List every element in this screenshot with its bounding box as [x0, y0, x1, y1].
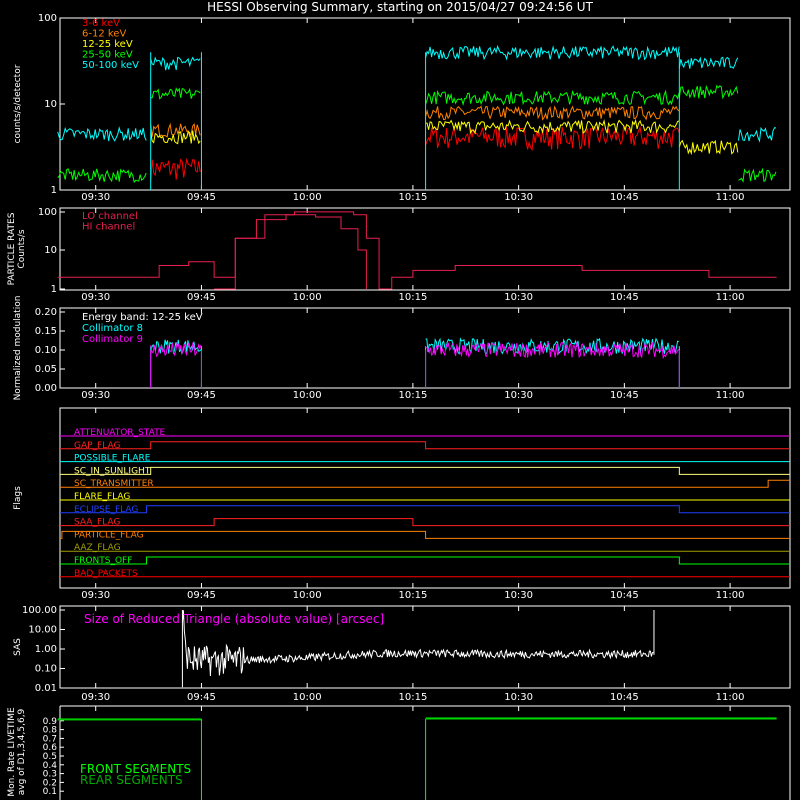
sas-xtick-label: 11:00: [716, 692, 745, 703]
particle-xtick-label: 09:45: [187, 292, 216, 303]
particle-xtick-label: 11:00: [716, 292, 745, 303]
counts-legend-item: 3-6 keV: [82, 18, 120, 29]
particle-legend-item: HI channel: [82, 222, 135, 233]
counts-series-line: [738, 126, 777, 143]
particle-xtick-label: 10:00: [293, 292, 322, 303]
counts-series-line: [425, 89, 680, 107]
counts-xtick-label: 09:45: [187, 192, 216, 203]
particle-xtick-label: 10:15: [398, 292, 427, 303]
modulation-ytick-label: 0.00: [35, 383, 57, 394]
counts-xtick-label: 10:15: [398, 192, 427, 203]
modulation-legend-item: Energy band: 12-25 keV: [82, 312, 203, 323]
counts-series-line: [150, 157, 201, 182]
counts-series-line: [678, 84, 739, 100]
flags-xtick-label: 11:00: [716, 590, 745, 601]
sas-legend-item: Size of Reduced Triangle (absolute value…: [84, 612, 384, 626]
counts-ytick-label: 10: [44, 99, 57, 110]
sas-xtick-label: 09:45: [187, 692, 216, 703]
flags-flag-line: [60, 466, 790, 475]
particle-series-line: [214, 214, 367, 290]
sas-xtick-label: 10:00: [293, 692, 322, 703]
flags-flag-line: [60, 505, 790, 514]
counts-series-line: [425, 105, 680, 121]
flags-xtick-label: 10:30: [504, 590, 533, 601]
flags-xtick-label: 09:45: [187, 590, 216, 601]
modulation-xtick-label: 10:30: [504, 390, 533, 401]
livetime-ylabel: avg of D1,3,4,5,6,9: [17, 708, 27, 795]
counts-legend-item: 25-50 keV: [82, 50, 133, 61]
counts-xtick-label: 10:00: [293, 192, 322, 203]
livetime-ylabel: Mon. Rate LIVETIME: [7, 707, 17, 797]
particle-ytick-label: 10: [44, 245, 57, 256]
counts-xtick-label: 10:45: [610, 192, 639, 203]
sas-ytick-label: 10.00: [28, 625, 57, 636]
modulation-ylabel: Normalized modulation: [13, 296, 23, 401]
counts-legend-item: 12-25 keV: [82, 39, 133, 50]
particle-legend-item: LO channel: [82, 211, 138, 222]
modulation-xtick-label: 10:00: [293, 390, 322, 401]
modulation-ytick-label: 0.20: [35, 307, 57, 318]
particle-frame: [59, 207, 791, 291]
modulation-ytick-label: 0.05: [35, 364, 57, 375]
particle-ylabel: Counts/s: [17, 229, 27, 268]
livetime-legend-item: REAR SEGMENTS: [80, 773, 183, 787]
counts-series-line: [150, 87, 201, 100]
flags-xtick-label: 10:00: [293, 590, 322, 601]
sas-ytick-label: 1.00: [35, 644, 57, 655]
counts-series-line: [425, 125, 680, 152]
sas-xtick-label: 09:30: [81, 692, 110, 703]
particle-xtick-label: 10:30: [504, 292, 533, 303]
particle-xtick-label: 09:30: [81, 292, 110, 303]
modulation-xtick-label: 11:00: [716, 390, 745, 401]
modulation-xtick-label: 10:45: [610, 390, 639, 401]
counts-series-line: [425, 44, 680, 61]
summary-plot: 09:30 09:45 10:00 10:15 10:30 10:45 11:00 count…: [7, 13, 791, 800]
flags-xtick-label: 09:30: [81, 590, 110, 601]
counts-series-line: [150, 122, 201, 138]
modulation-legend-item: Collimator 9: [82, 334, 143, 345]
sas-xtick-label: 10:15: [398, 692, 427, 703]
counts-xtick-label: 11:00: [716, 192, 745, 203]
flags-flag-line: [60, 530, 790, 539]
sas-xtick-label: 10:30: [504, 692, 533, 703]
flags-flag-line: [60, 441, 790, 450]
flags-flag-line: [60, 518, 790, 527]
counts-series-line: [678, 56, 739, 70]
counts-legend-item: 6-12 keV: [82, 29, 126, 40]
counts-series-line: [738, 167, 777, 183]
sas-ytick-label: 0.10: [35, 664, 57, 675]
livetime-ytick-label: 0.1: [43, 787, 57, 797]
counts-series-line: [150, 56, 201, 71]
particle-xtick-label: 10:45: [610, 292, 639, 303]
counts-legend-item: 50-100 keV: [82, 60, 139, 71]
sas-ytick-label: 0.01: [35, 683, 57, 694]
flags-xtick-label: 10:15: [398, 590, 427, 601]
sas-ylabel: SAS: [13, 638, 23, 656]
counts-series-line: [678, 139, 739, 156]
modulation-legend-item: Collimator 8: [82, 323, 143, 334]
modulation-ytick-label: 0.15: [35, 326, 57, 337]
particle-ylabel: PARTICLE RATES: [7, 212, 17, 285]
modulation-xtick-label: 10:15: [398, 390, 427, 401]
counts-xtick-label: 09:30: [81, 192, 110, 203]
modulation-xtick-label: 09:30: [81, 390, 110, 401]
flags-xtick-label: 10:45: [610, 590, 639, 601]
sas-ytick-label: 100.00: [22, 605, 57, 616]
flags-flag-line: [60, 556, 790, 565]
sas-xtick-label: 10:45: [610, 692, 639, 703]
particle-ytick-label: 1: [51, 284, 57, 295]
counts-ytick-label: 1: [51, 185, 57, 196]
counts-ytick-label: 100: [38, 13, 57, 24]
particle-ytick-label: 100: [38, 207, 57, 218]
flags-ylabel: Flags: [13, 486, 23, 510]
modulation-xtick-label: 09:45: [187, 390, 216, 401]
flags-flag-line: [60, 479, 790, 488]
counts-series-line: [57, 168, 147, 184]
modulation-ytick-label: 0.10: [35, 345, 57, 356]
counts-series-line: [57, 126, 147, 142]
particle-series-line: [57, 211, 777, 290]
counts-xtick-label: 10:30: [504, 192, 533, 203]
counts-ylabel: counts/s/detector: [13, 64, 23, 143]
flags-frame: [59, 407, 791, 589]
